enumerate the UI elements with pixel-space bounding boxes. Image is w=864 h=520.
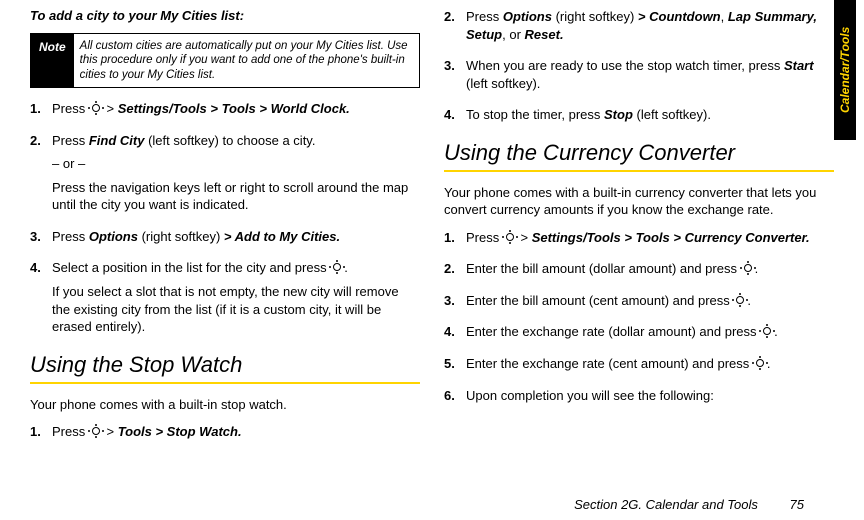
menu-path: Add to My Cities. (235, 229, 340, 244)
step-1: 1. Press > Settings/Tools > Tools > Worl… (30, 100, 420, 124)
step-number: 1. (30, 423, 46, 447)
step-text: Press (466, 9, 503, 24)
note-box: Note All custom cities are automatically… (30, 33, 420, 88)
step-text: > (106, 101, 117, 116)
step-number: 5. (444, 355, 460, 379)
softkey-label: Options (89, 229, 138, 244)
step-number: 2. (30, 132, 46, 220)
my-cities-steps: 1. Press > Settings/Tools > Tools > Worl… (30, 100, 420, 341)
menu-item: Reset. (525, 27, 564, 42)
step-2: 2. Press Find City (left softkey) to cho… (30, 132, 420, 220)
step-4: 4. To stop the timer, press Stop (left s… (444, 106, 834, 130)
currency-steps: 1. Press > Settings/Tools > Tools > Curr… (444, 229, 834, 410)
step-number: 1. (30, 100, 46, 124)
step-text: To stop the timer, press (466, 107, 604, 122)
gt: > (224, 229, 235, 244)
step-4: 4. Enter the exchange rate (dollar amoun… (444, 323, 834, 347)
step-text: Press (52, 229, 89, 244)
step-number: 2. (444, 260, 460, 284)
step-number: 3. (30, 228, 46, 252)
step-number: 3. (444, 292, 460, 316)
step-text: Enter the exchange rate (dollar amount) … (466, 324, 760, 339)
stopwatch-steps-b: 2. Press Options (right softkey) > Count… (444, 8, 834, 130)
softkey-label: Start (784, 58, 814, 73)
nav-key-icon (760, 325, 774, 337)
step-text: Enter the exchange rate (cent amount) an… (466, 356, 753, 371)
page-footer: Section 2G. Calendar and Tools 75 (574, 497, 804, 512)
heading-rule (444, 170, 834, 172)
step-number: 4. (30, 259, 46, 341)
step-3: 3. When you are ready to use the stop wa… (444, 57, 834, 98)
nav-key-icon (753, 357, 767, 369)
step-text: Select a position in the list for the ci… (52, 260, 330, 275)
heading-rule (30, 382, 420, 384)
heading-stop-watch: Using the Stop Watch (30, 352, 420, 378)
step-text: (right softkey) (552, 9, 638, 24)
menu-path: Settings/Tools > Tools > Currency Conver… (532, 230, 810, 245)
page-body: To add a city to your My Cities list: No… (0, 0, 864, 460)
softkey-label: Options (503, 9, 552, 24)
step-text: . (344, 260, 348, 275)
page-number: 75 (790, 497, 804, 512)
step-6: 6. Upon completion you will see the foll… (444, 387, 834, 411)
step-text: Press (52, 133, 89, 148)
step-text: , or (502, 27, 524, 42)
intro-text: Your phone comes with a built-in stop wa… (30, 396, 420, 414)
step-number: 2. (444, 8, 460, 49)
gt: > (638, 9, 649, 24)
nav-key-icon (89, 425, 103, 437)
step-2: 2. Press Options (right softkey) > Count… (444, 8, 834, 49)
menu-path: Tools > Stop Watch. (118, 424, 242, 439)
step-text: (left softkey) to choose a city. (144, 133, 315, 148)
step-2: 2. Enter the bill amount (dollar amount)… (444, 260, 834, 284)
heading-currency-converter: Using the Currency Converter (444, 140, 834, 166)
nav-key-icon (330, 261, 344, 273)
step-text: > (520, 230, 531, 245)
step-4: 4. Select a position in the list for the… (30, 259, 420, 341)
step-text: When you are ready to use the stop watch… (466, 58, 784, 73)
left-column: To add a city to your My Cities list: No… (30, 8, 420, 460)
softkey-label: Stop (604, 107, 633, 122)
nav-key-icon (741, 262, 755, 274)
step-number: 4. (444, 323, 460, 347)
step-1: 1. Press > Tools > Stop Watch. (30, 423, 420, 447)
step-text: (left softkey). (633, 107, 711, 122)
section-tab: Calendar/Tools (834, 0, 856, 140)
step-number: 3. (444, 57, 460, 98)
section-label: Section 2G. Calendar and Tools (574, 497, 758, 512)
step-text: . (774, 324, 778, 339)
step-5: 5. Enter the exchange rate (cent amount)… (444, 355, 834, 379)
step-text: Press the navigation keys left or right … (52, 179, 420, 214)
procedure-lead-in: To add a city to your My Cities list: (30, 8, 420, 23)
nav-key-icon (503, 231, 517, 243)
step-text: (right softkey) (138, 229, 224, 244)
note-label: Note (31, 34, 74, 87)
step-number: 4. (444, 106, 460, 130)
softkey-label: Find City (89, 133, 145, 148)
or-divider: – or – (52, 155, 420, 173)
step-1: 1. Press > Settings/Tools > Tools > Curr… (444, 229, 834, 253)
menu-item: Countdown (649, 9, 720, 24)
step-text: Enter the bill amount (cent amount) and … (466, 293, 733, 308)
step-text: Enter the bill amount (dollar amount) an… (466, 261, 741, 276)
step-3: 3. Press Options (right softkey) > Add t… (30, 228, 420, 252)
nav-key-icon (733, 294, 747, 306)
right-column: 2. Press Options (right softkey) > Count… (444, 8, 834, 460)
menu-path: Settings/Tools > Tools > World Clock. (118, 101, 350, 116)
intro-text: Your phone comes with a built-in currenc… (444, 184, 834, 219)
step-number: 6. (444, 387, 460, 411)
step-number: 1. (444, 229, 460, 253)
nav-key-icon (89, 102, 103, 114)
step-text: Press (466, 230, 503, 245)
step-text: Press (52, 101, 89, 116)
stopwatch-steps-a: 1. Press > Tools > Stop Watch. (30, 423, 420, 447)
step-text: Press (52, 424, 89, 439)
step-text: > (106, 424, 117, 439)
step-text: If you select a slot that is not empty, … (52, 283, 420, 336)
step-text: Upon completion you will see the followi… (466, 387, 834, 405)
note-text: All custom cities are automatically put … (74, 34, 419, 87)
step-text: (left softkey). (466, 76, 540, 91)
step-3: 3. Enter the bill amount (cent amount) a… (444, 292, 834, 316)
step-text: , (721, 9, 728, 24)
